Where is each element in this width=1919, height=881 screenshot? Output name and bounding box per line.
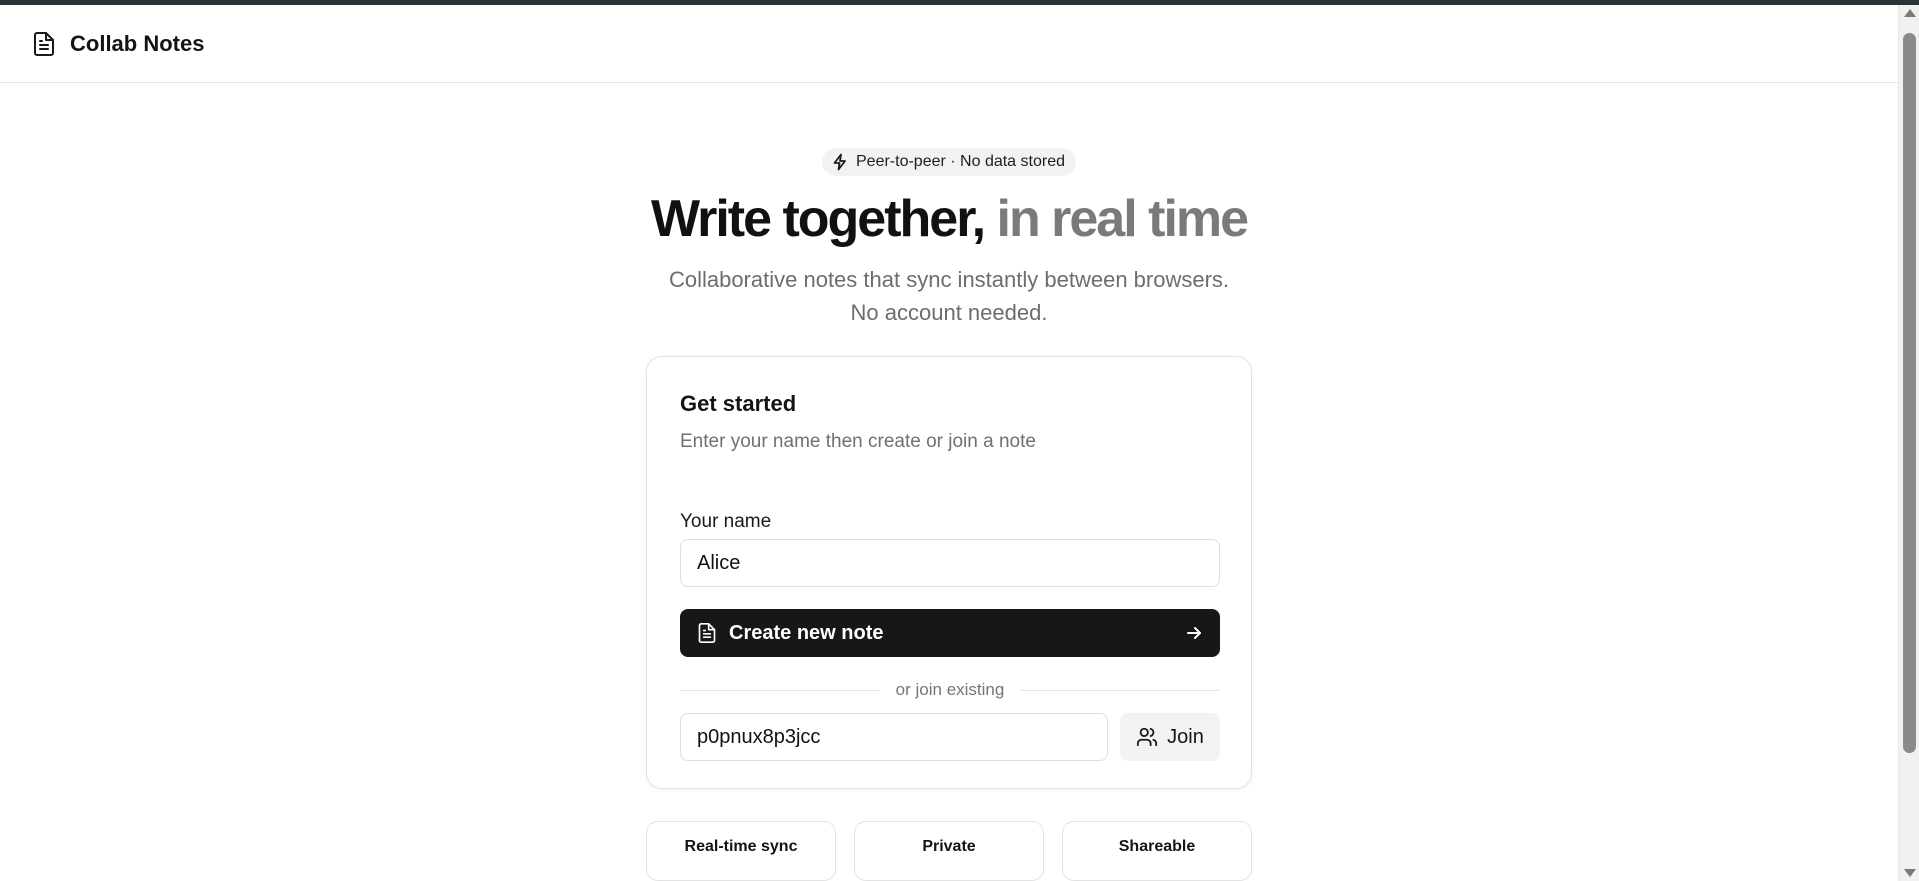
card-title: Get started [680, 391, 797, 417]
app-header: Collab Notes [0, 5, 1898, 83]
or-join-divider: or join existing [680, 679, 1221, 701]
name-field-label: Your name [680, 511, 772, 533]
users-icon [1136, 726, 1158, 748]
card-description: Enter your name then create or join a no… [680, 431, 1036, 453]
page-scrollbar[interactable] [1898, 5, 1919, 881]
feature-card-real-time-sync: Real-time sync [646, 821, 836, 881]
arrow-right-icon [1184, 623, 1204, 643]
document-icon [697, 622, 717, 644]
badge-text: Peer-to-peer · No data stored [856, 153, 1065, 171]
divider-line-left [680, 689, 880, 691]
create-new-note-button[interactable]: Create new note [680, 609, 1220, 658]
divider-line-right [1020, 689, 1221, 691]
hero-title-accent: in real time [984, 190, 1249, 249]
scrollbar-thumb[interactable] [1903, 33, 1916, 753]
main-content: Peer-to-peer · No data stored Write toge… [0, 84, 1898, 881]
get-started-card: Get started Enter your name then create … [646, 356, 1252, 789]
scroll-up-arrow-icon[interactable] [1904, 9, 1916, 17]
hero-subtitle-line-1: Collaborative notes that sync instantly … [668, 267, 1230, 293]
hero-title: Write together, in real time [650, 189, 1249, 249]
create-button-label: Create new note [729, 621, 884, 644]
join-button[interactable]: Join [1120, 713, 1220, 762]
lightning-bolt-icon [832, 153, 848, 171]
brand-name[interactable]: Collab Notes [70, 31, 204, 57]
peer-to-peer-badge: Peer-to-peer · No data stored [822, 148, 1076, 177]
name-input[interactable] [680, 539, 1220, 588]
divider-text: or join existing [895, 680, 1005, 700]
note-code-input[interactable] [680, 713, 1108, 762]
hero-title-main: Write together, [650, 190, 986, 249]
feature-card-shareable: Shareable [1062, 821, 1252, 881]
feature-list: Real-time sync Private Shareable [646, 821, 1252, 881]
document-icon [32, 31, 56, 57]
join-button-label: Join [1167, 725, 1204, 748]
join-row: Join [680, 713, 1220, 762]
hero-subtitle: Collaborative notes that sync instantly … [669, 263, 1229, 329]
scroll-down-arrow-icon[interactable] [1904, 869, 1916, 877]
hero-subtitle-line-2: No account needed. [850, 300, 1048, 326]
feature-card-private: Private [854, 821, 1044, 881]
